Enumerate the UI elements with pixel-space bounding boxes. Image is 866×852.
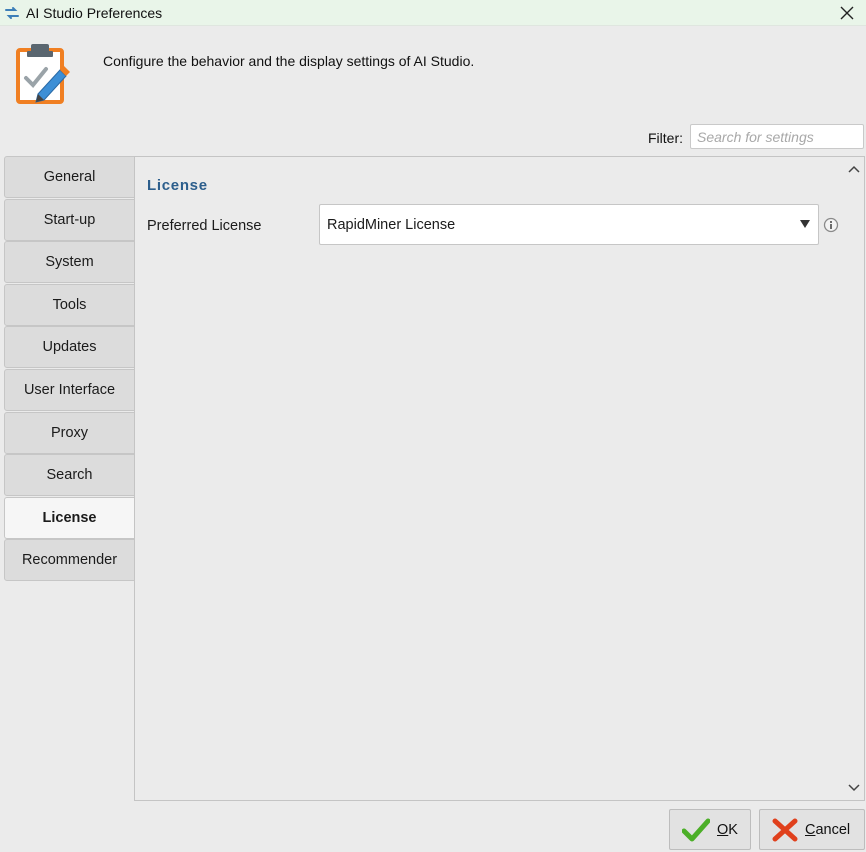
tab-user-interface[interactable]: User Interface <box>4 368 135 411</box>
tab-proxy[interactable]: Proxy <box>4 411 135 454</box>
tab-start-up[interactable]: Start-up <box>4 198 135 241</box>
scroll-up-button[interactable] <box>846 161 862 177</box>
preferred-license-value: RapidMiner License <box>327 216 456 233</box>
header-description: Configure the behavior and the display s… <box>103 53 475 69</box>
tab-search[interactable]: Search <box>4 454 135 497</box>
ok-button-label: OK <box>717 821 738 838</box>
ok-button[interactable]: OK <box>669 809 751 850</box>
tab-system[interactable]: System <box>4 241 135 284</box>
checkmark-icon <box>682 818 710 841</box>
close-button[interactable] <box>828 0 866 26</box>
preferences-tabs: General Start-up System Tools Updates Us… <box>4 156 135 582</box>
cancel-button[interactable]: Cancel <box>759 809 865 850</box>
clipboard-edit-icon <box>16 44 70 104</box>
info-icon[interactable] <box>823 217 839 233</box>
vertical-scrollbar[interactable] <box>844 157 864 800</box>
tab-recommender[interactable]: Recommender <box>4 539 135 582</box>
window-title: AI Studio Preferences <box>26 4 163 21</box>
preferred-license-label: Preferred License <box>147 218 262 234</box>
dropdown-arrow-icon <box>800 220 810 228</box>
chevron-up-icon <box>848 165 860 173</box>
tab-general[interactable]: General <box>4 156 135 198</box>
tab-license[interactable]: License <box>4 496 135 539</box>
title-bar: AI Studio Preferences <box>0 0 866 26</box>
close-icon <box>840 6 854 20</box>
section-title: License <box>147 177 208 194</box>
scroll-down-button[interactable] <box>846 780 862 796</box>
filter-label: Filter: <box>648 130 683 146</box>
cancel-button-label: Cancel <box>805 821 851 838</box>
cancel-x-icon <box>772 818 798 841</box>
preferred-license-select[interactable]: RapidMiner License <box>319 204 819 245</box>
filter-search-input[interactable] <box>690 124 864 149</box>
settings-panel: License Preferred License RapidMiner Lic… <box>134 156 865 801</box>
tab-updates[interactable]: Updates <box>4 326 135 369</box>
tab-tools[interactable]: Tools <box>4 283 135 326</box>
chevron-down-icon <box>848 784 860 792</box>
rapidminer-logo-icon <box>5 6 19 19</box>
